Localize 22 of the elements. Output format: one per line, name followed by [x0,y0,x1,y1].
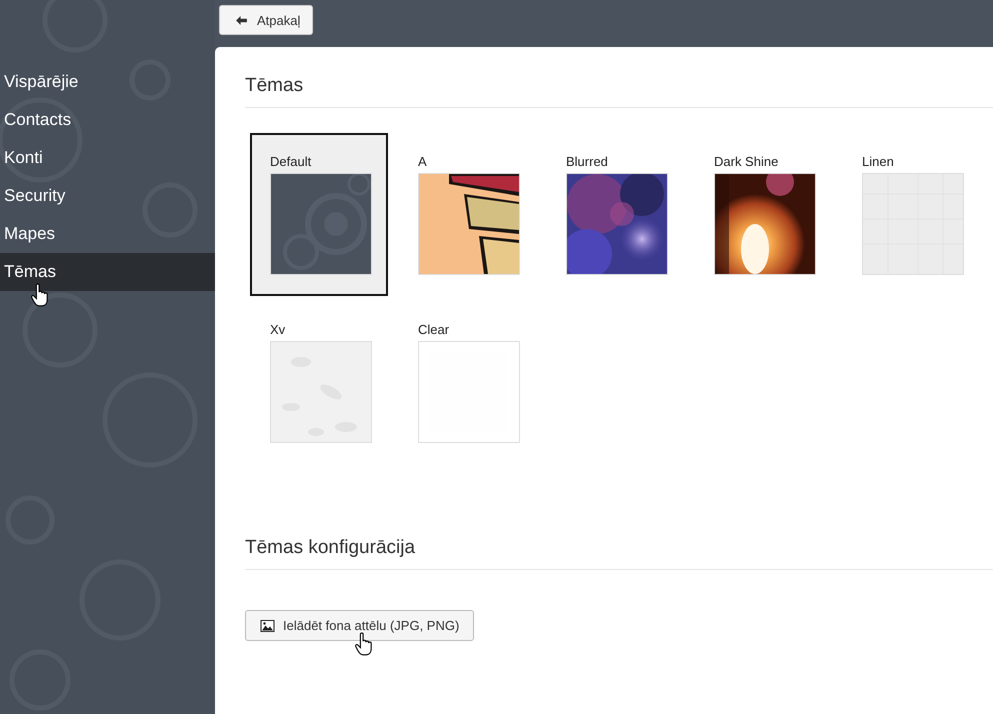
back-arrow-icon [236,16,247,24]
sidebar-item[interactable]: Contacts [0,101,215,139]
back-button[interactable]: Atpakaļ [219,5,314,35]
upload-button[interactable]: Ielādēt fona attēlu (JPG, PNG) [245,610,474,641]
sidebar-item[interactable]: Mapes [0,215,215,253]
theme-name: A [418,153,427,171]
sidebar-item[interactable]: Security [0,177,215,215]
sidebar-item[interactable]: Vispārējie [0,63,215,101]
theme-name: Blurred [566,153,608,171]
sidebar-item[interactable]: Tēmas [0,253,215,291]
section-heading: Tēmas [245,75,993,108]
hand-cursor-icon [355,632,373,656]
theme-name: Clear [418,321,450,339]
theme-name: Linen [862,153,894,171]
sidebar-item[interactable]: Konti [0,139,215,177]
hand-cursor-icon [31,283,49,307]
image-icon [260,620,275,632]
section-heading: Tēmas konfigurācija [245,537,993,570]
theme-name: Default [270,153,312,171]
theme-name: Dark Shine [714,153,778,171]
theme-tile[interactable]: Default [250,133,388,296]
theme-name: Xv [270,321,286,339]
